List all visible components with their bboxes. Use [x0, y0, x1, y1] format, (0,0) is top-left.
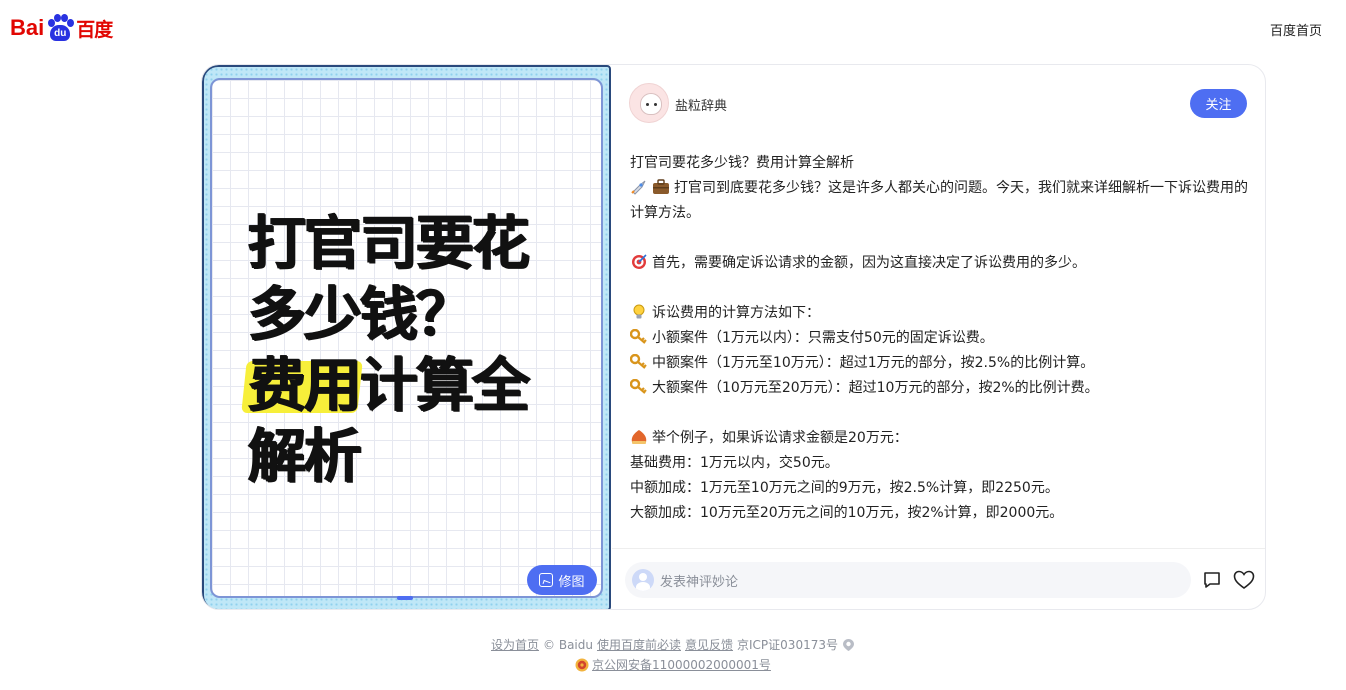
- briefcase-icon: [652, 179, 670, 195]
- must-read-link[interactable]: 使用百度前必读: [597, 636, 681, 654]
- icp-text: 京ICP证030173号: [737, 638, 838, 652]
- baidu-logo[interactable]: Bai du 百度: [10, 10, 113, 46]
- method-title-line: 诉讼费用的计算方法如下：: [630, 301, 1250, 326]
- logo-text-cn: 百度: [76, 18, 113, 41]
- footer-row-2: 京公网安备11000002000001号: [0, 655, 1346, 675]
- target-icon: [630, 254, 648, 270]
- set-home-link[interactable]: 设为首页: [491, 636, 539, 654]
- method-text: 中额案件（1万元至10万元）：超过1万元的部分，按2.5%的比例计算。: [652, 355, 1095, 371]
- method-title: 诉讼费用的计算方法如下：: [652, 305, 820, 321]
- logo-text-bai: Bai: [10, 15, 45, 40]
- post-body: 打官司要花多少钱？费用计算全解析 打官司到底要花多少钱？这是许多人都关心的问题。…: [629, 151, 1250, 526]
- lightbulb-icon: [630, 304, 648, 320]
- image-title-line-2: 多少钱？: [248, 280, 474, 348]
- comment-placeholder: 发表神评妙论: [660, 574, 739, 590]
- image-grid-paper: 打官司要花 多少钱？ 费用计算全 解析: [210, 78, 603, 598]
- example-title-line: 举个例子，如果诉讼请求金额是20万元：: [630, 426, 1250, 451]
- image-title-line-4: 解析: [248, 422, 362, 490]
- post-intro: 打官司到底要花多少钱？这是许多人都关心的问题。今天，我们就来详细解析一下诉讼费用…: [630, 180, 1248, 221]
- method-item: 小额案件（1万元以内）：只需支付50元的固定诉讼费。: [629, 326, 1250, 351]
- comment-input[interactable]: 发表神评妙论: [625, 562, 1191, 598]
- comment-bar: 发表神评妙论: [612, 548, 1265, 609]
- post-first-line: 首先，需要确定诉讼请求的金额，因为这直接决定了诉讼费用的多少。: [630, 251, 1250, 276]
- method-text: 小额案件（1万元以内）：只需支付50元的固定诉讼费。: [652, 330, 994, 346]
- image-edit-icon: [539, 573, 554, 587]
- feedback-link[interactable]: 意见反馈: [685, 636, 733, 654]
- example-title: 举个例子，如果诉讼请求金额是20万元：: [652, 430, 908, 446]
- footer-row-1: 设为首页 © Baidu 使用百度前必读 意见反馈 京ICP证030173号: [0, 635, 1346, 655]
- heart-icon[interactable]: [1233, 570, 1255, 594]
- footer: 设为首页 © Baidu 使用百度前必读 意见反馈 京ICP证030173号 京…: [0, 635, 1346, 675]
- image-title: 打官司要花 多少钱？ 费用计算全 解析: [248, 208, 588, 492]
- key-icon: [629, 378, 648, 395]
- author-avatar[interactable]: [629, 83, 669, 123]
- police-record-link[interactable]: 京公网安备11000002000001号: [592, 656, 771, 674]
- post-heading: 打官司要花多少钱？费用计算全解析: [630, 155, 854, 171]
- comment-icon[interactable]: [1202, 570, 1222, 594]
- follow-button[interactable]: 关注: [1190, 89, 1247, 118]
- paw-icon: du: [45, 14, 75, 42]
- police-badge-icon: [575, 658, 589, 672]
- example-line: 中额加成：1万元至10万元之间的9万元，按2.5%计算，即2250元。: [630, 480, 1059, 496]
- rocket-icon: [630, 179, 648, 195]
- post-card: 打官司要花 多少钱？ 费用计算全 解析 修图 盐粒辞典 关注 打官司要花多少钱？…: [201, 64, 1266, 610]
- key-icon: [629, 328, 648, 345]
- key-icon: [629, 353, 648, 370]
- logo-text-du: du: [50, 25, 71, 41]
- method-item: 中额案件（1万元至10万元）：超过1万元的部分，按2.5%的比例计算。: [629, 351, 1250, 376]
- image-title-line-3: 费用计算全: [248, 350, 588, 421]
- post-intro-line: 打官司到底要花多少钱？这是许多人都关心的问题。今天，我们就来详细解析一下诉讼费用…: [630, 176, 1250, 226]
- edit-image-button[interactable]: 修图: [527, 565, 597, 595]
- image-title-highlight: 费用: [248, 351, 362, 419]
- author-name[interactable]: 盐粒辞典: [675, 95, 727, 114]
- post-first: 首先，需要确定诉讼请求的金额，因为这直接决定了诉讼费用的多少。: [652, 255, 1086, 271]
- edit-image-label: 修图: [558, 573, 585, 589]
- user-avatar-icon: [632, 569, 654, 591]
- method-text: 大额案件（10万元至20万元）：超过10万元的部分，按2%的比例计费。: [652, 380, 1099, 396]
- example-line: 大额加成：10万元至20万元之间的10万元，按2%计算，即2000元。: [630, 505, 1064, 521]
- verified-badge-icon: [842, 638, 855, 652]
- post-image[interactable]: 打官司要花 多少钱？ 费用计算全 解析 修图: [202, 65, 611, 609]
- copyright-text: © Baidu: [543, 638, 593, 652]
- baidu-home-link[interactable]: 百度首页: [1270, 20, 1322, 39]
- image-title-line-3-rest: 计算全: [360, 351, 530, 419]
- method-item: 大额案件（10万元至20万元）：超过10万元的部分，按2%的比例计费。: [629, 376, 1250, 401]
- carousel-indicator[interactable]: [397, 596, 413, 600]
- example-line: 基础费用：1万元以内，交50元。: [630, 455, 839, 471]
- image-title-line-1: 打官司要花: [248, 209, 530, 277]
- chestnut-icon: [630, 429, 648, 445]
